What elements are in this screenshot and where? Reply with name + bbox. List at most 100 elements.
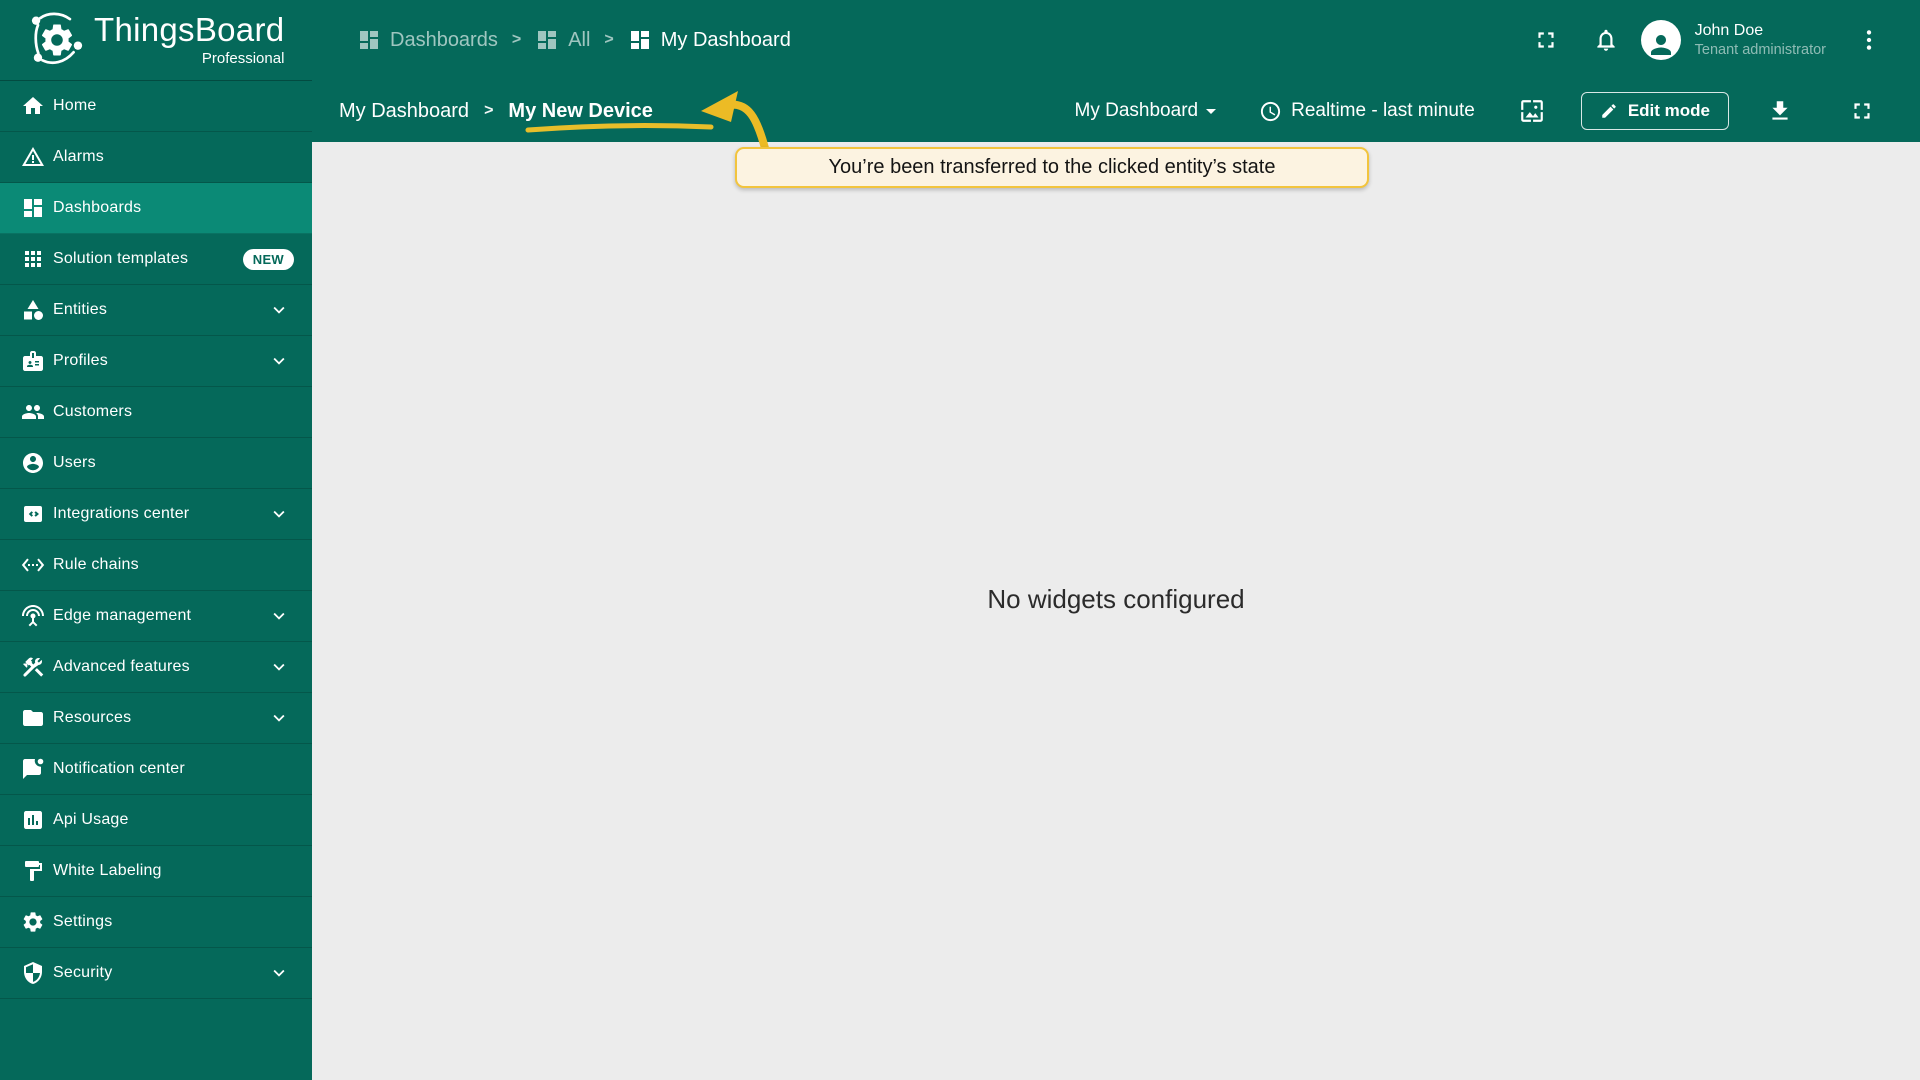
caret-down-icon [1199, 99, 1223, 123]
sidebar-item-profiles[interactable]: Profiles [0, 336, 312, 387]
sidebar-item-label: Integrations center [53, 505, 190, 522]
people-icon [21, 400, 45, 424]
dashboard-image-button[interactable] [1519, 98, 1545, 124]
breadcrumb-item-dashboards[interactable]: Dashboards [357, 28, 498, 52]
edit-mode-label: Edit mode [1627, 101, 1710, 120]
breadcrumb-label: Dashboards [390, 28, 498, 51]
pencil-icon [1600, 102, 1618, 120]
breadcrumb: Dashboards > All > My Dashboard [357, 28, 791, 52]
sidebar-item-label: Dashboards [53, 199, 142, 216]
badge-icon [21, 349, 45, 373]
sidebar-item-alarms[interactable]: Alarms [0, 132, 312, 183]
sidebar-item-label: Home [53, 97, 97, 114]
state-item-my-new-device[interactable]: My New Device [508, 100, 653, 123]
dashboard-icon [21, 196, 45, 220]
sidebar-item-dashboards[interactable]: Dashboards [0, 183, 312, 234]
user-name: John Doe [1694, 21, 1764, 39]
notifications-button[interactable] [1593, 27, 1619, 53]
sidebar-item-api-usage[interactable]: Api Usage [0, 795, 312, 846]
breadcrumb-item-my-dashboard[interactable]: My Dashboard [628, 28, 791, 52]
dashboard-select[interactable]: My Dashboard [1075, 99, 1224, 123]
sidebar-item-advanced-features[interactable]: Advanced features [0, 642, 312, 693]
sidebar: Home Alarms Dashboards Solution templates NE… [0, 80, 312, 1080]
sidebar-item-entities[interactable]: Entities [0, 285, 312, 336]
header-actions: John Doe Tenant administrator [1533, 20, 1882, 60]
chevron-down-icon [268, 350, 290, 372]
breadcrumb-label: My Dashboard [660, 28, 791, 51]
sidebar-item-label: Edge management [53, 607, 192, 624]
apps-icon [21, 247, 45, 271]
sidebar-item-solution-templates[interactable]: Solution templates NEW [0, 234, 312, 285]
sidebar-item-label: Users [53, 454, 96, 471]
thingsboard-logo-icon [28, 11, 86, 69]
new-badge: NEW [242, 248, 294, 270]
fullscreen-icon [1533, 27, 1559, 53]
sidebar-item-label: Advanced features [53, 658, 190, 675]
sidebar-item-white-labeling[interactable]: White Labeling [0, 846, 312, 897]
sidebar-item-label: Customers [53, 403, 133, 420]
sidebar-item-users[interactable]: Users [0, 438, 312, 489]
breadcrumb-label: All [568, 28, 591, 51]
person-icon [1646, 30, 1676, 60]
dashboard-icon [535, 28, 559, 52]
alarm-icon [21, 145, 45, 169]
app-logo[interactable]: ThingsBoard Professional [0, 0, 312, 80]
chat-dot-icon [21, 757, 45, 781]
sidebar-item-settings[interactable]: Settings [0, 897, 312, 948]
toolbar-actions: My Dashboard Realtime - last minute Edit… [1075, 92, 1875, 130]
ethernet-icon [21, 553, 45, 577]
empty-state-message: No widgets configured [987, 583, 1245, 614]
top-header: ThingsBoard Professional Dashboards > All >… [0, 0, 1920, 80]
chevron-down-icon [268, 299, 290, 321]
dashboard-icon [357, 28, 381, 52]
paint-icon [21, 859, 45, 883]
export-download-button[interactable] [1767, 98, 1793, 124]
chart-icon [21, 808, 45, 832]
chevron-down-icon [268, 962, 290, 984]
toolbar-fullscreen-button[interactable] [1849, 98, 1875, 124]
account-icon [21, 451, 45, 475]
logo-subtitle: Professional [201, 49, 285, 67]
sidebar-item-edge-management[interactable]: Edge management [0, 591, 312, 642]
dashboard-toolbar: My Dashboard > My New Device My Dashboard … [312, 80, 1920, 142]
gear-icon [21, 910, 45, 934]
integration-icon [21, 502, 45, 526]
more-vert-icon [1856, 27, 1882, 53]
more-menu-button[interactable] [1856, 27, 1882, 53]
folder-icon [21, 706, 45, 730]
logo-text: ThingsBoard Professional [94, 13, 284, 67]
fullscreen-button[interactable] [1533, 27, 1559, 53]
clock-icon [1259, 100, 1282, 123]
user-info: John Doe Tenant administrator [1695, 21, 1826, 59]
wallpaper-icon [1519, 98, 1545, 124]
bell-icon [1593, 27, 1619, 53]
chevron-down-icon [268, 656, 290, 678]
state-item-my-dashboard[interactable]: My Dashboard [339, 100, 469, 123]
user-role: Tenant administrator [1694, 41, 1826, 58]
sidebar-item-label: Settings [53, 913, 113, 930]
sidebar-item-label: Rule chains [53, 556, 139, 573]
dashboard-content: No widgets configured [312, 142, 1920, 1080]
avatar[interactable] [1640, 20, 1681, 60]
breadcrumb-separator: > [511, 31, 522, 48]
sidebar-item-integrations-center[interactable]: Integrations center [0, 489, 312, 540]
state-separator: > [484, 102, 494, 119]
breadcrumb-item-all[interactable]: All [535, 28, 590, 52]
sidebar-item-label: Api Usage [53, 811, 129, 828]
sidebar-item-home[interactable]: Home [0, 81, 312, 132]
chevron-down-icon [268, 605, 290, 627]
sidebar-item-label: Entities [53, 301, 108, 318]
timewindow-button[interactable]: Realtime - last minute [1259, 100, 1475, 123]
sidebar-item-label: Notification center [53, 760, 185, 777]
state-breadcrumb: My Dashboard > My New Device [339, 100, 653, 123]
logo-title: ThingsBoard [94, 11, 285, 49]
sidebar-item-label: Alarms [53, 148, 104, 165]
sidebar-item-label: Resources [53, 709, 132, 726]
edit-mode-button[interactable]: Edit mode [1580, 92, 1729, 130]
sidebar-item-security[interactable]: Security [0, 948, 312, 999]
sidebar-item-rule-chains[interactable]: Rule chains [0, 540, 312, 591]
sidebar-item-customers[interactable]: Customers [0, 387, 312, 438]
sidebar-item-notification-center[interactable]: Notification center [0, 744, 312, 795]
sidebar-item-label: Profiles [53, 352, 108, 369]
sidebar-item-resources[interactable]: Resources [0, 693, 312, 744]
